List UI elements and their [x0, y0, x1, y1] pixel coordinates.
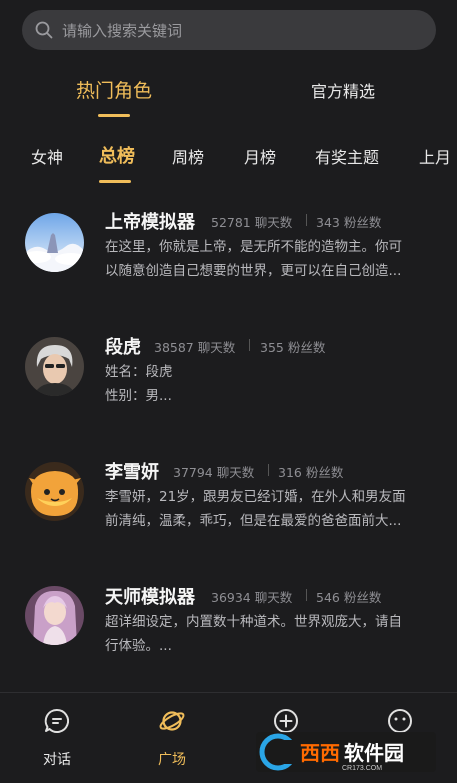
character-item[interactable]: 段虎 38587 聊天数 355 粉丝数 姓名：段虎 性别：男... [0, 330, 457, 440]
svg-text:西西: 西西 [300, 743, 340, 765]
chat-count: 52781 聊天数 [211, 215, 293, 230]
character-name: 天师模拟器 [105, 587, 195, 608]
character-description: 姓名：段虎 性别：男... [105, 360, 441, 408]
chat-count: 37794 聊天数 [173, 465, 255, 480]
search-icon [35, 21, 53, 39]
tab-hot-characters[interactable]: 热门角色 [76, 76, 152, 103]
fan-count: 343 粉丝数 [316, 215, 382, 230]
watermark-logo: 西西 软件园 CR173.COM [256, 730, 436, 774]
subtab-monthly[interactable]: 月榜 [244, 144, 276, 168]
orange-cartoon-avatar [25, 462, 84, 521]
fan-count: 355 粉丝数 [260, 340, 326, 355]
fan-count: 546 粉丝数 [316, 590, 382, 605]
description-line: 李雪妍，21岁，跟男友已经订婚，在外人和男友面 [105, 489, 406, 505]
nav-plaza[interactable]: 广场 [142, 707, 202, 769]
description-line: 姓名：段虎 [105, 364, 173, 380]
character-name: 李雪妍 [105, 462, 159, 483]
description-line: 行体验。... [105, 638, 172, 654]
search-input[interactable]: 请输入搜索关键词 [62, 20, 182, 41]
subtab-overall[interactable]: 总榜 [99, 142, 135, 168]
divider [268, 464, 269, 476]
silver-hair-man-avatar [25, 337, 84, 396]
main-tabs: 热门角色 官方精选 [0, 72, 457, 122]
description-line: 在这里，你就是上帝，是无所不能的造物主。你可 [105, 239, 402, 255]
divider [306, 214, 307, 226]
active-subtab-indicator [99, 180, 131, 183]
svg-text:CR173.COM: CR173.COM [342, 765, 382, 772]
character-description: 超详细设定，内置数十种道术。世界观庞大，请自 行体验。... [105, 610, 441, 658]
chat-count: 38587 聊天数 [154, 340, 236, 355]
divider [249, 339, 250, 351]
character-name: 上帝模拟器 [105, 212, 195, 233]
description-line: 超详细设定，内置数十种道术。世界观庞大，请自 [105, 614, 402, 630]
nav-label: 对话 [43, 752, 71, 768]
anime-girl-avatar [25, 586, 84, 645]
tab-official-picks[interactable]: 官方精选 [311, 78, 375, 102]
svg-text:软件园: 软件园 [344, 741, 404, 765]
active-tab-indicator [98, 114, 130, 117]
fan-count: 316 粉丝数 [278, 465, 344, 480]
subtab-prize-topics[interactable]: 有奖主题 [315, 144, 379, 168]
sub-tabs: 女神 总榜 周榜 月榜 有奖主题 上月 [0, 140, 457, 190]
description-line: 以随意创造自己想要的世界，更可以在自己创造... [105, 263, 402, 279]
divider [306, 589, 307, 601]
nav-label: 广场 [158, 752, 186, 768]
planet-icon [159, 711, 185, 731]
character-item[interactable]: 上帝模拟器 52781 聊天数 343 粉丝数 在这里，你就是上帝，是无所不能的… [0, 205, 457, 315]
chat-icon [44, 708, 69, 733]
description-line: 性别：男... [105, 388, 172, 404]
character-description: 李雪妍，21岁，跟男友已经订婚，在外人和男友面 前清纯，温柔，乖巧，但是在最爱的… [105, 485, 441, 533]
character-name: 段虎 [105, 337, 141, 358]
character-item[interactable]: 李雪妍 37794 聊天数 316 粉丝数 李雪妍，21岁，跟男友已经订婚，在外… [0, 455, 457, 565]
character-item[interactable]: 天师模拟器 36934 聊天数 546 粉丝数 超详细设定，内置数十种道术。世界… [0, 580, 457, 690]
subtab-last-month[interactable]: 上月 [419, 144, 451, 168]
chat-count: 36934 聊天数 [211, 590, 293, 605]
character-description: 在这里，你就是上帝，是无所不能的造物主。你可 以随意创造自己想要的世界，更可以在… [105, 235, 441, 283]
nav-chat[interactable]: 对话 [27, 707, 87, 769]
search-bar[interactable]: 请输入搜索关键词 [22, 10, 436, 50]
cloud-landscape-avatar [25, 213, 84, 272]
description-line: 前清纯，温柔，乖巧，但是在最爱的爸爸面前大... [105, 513, 402, 529]
subtab-weekly[interactable]: 周榜 [172, 144, 204, 168]
subtab-goddess[interactable]: 女神 [31, 144, 63, 168]
